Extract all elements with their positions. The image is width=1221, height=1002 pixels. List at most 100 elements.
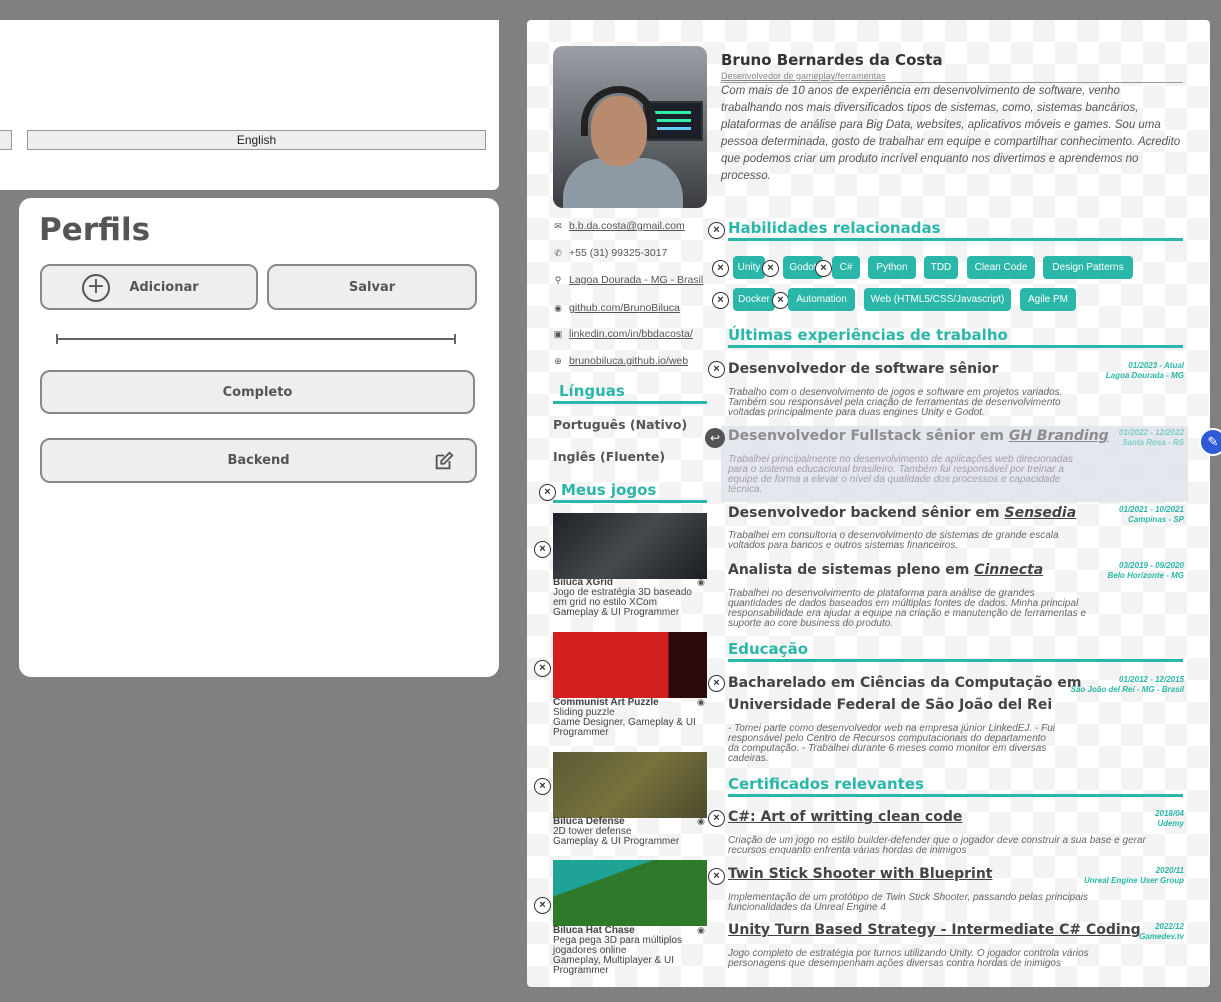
certificate-title[interactable]: Unity Turn Based Strategy - Intermediate… xyxy=(728,922,1141,938)
experience-date: 01/2023 - Atual Lagoa Dourada - MG xyxy=(1105,361,1184,380)
languages-heading: Línguas xyxy=(553,382,707,404)
company-link[interactable]: Cinnecta xyxy=(974,562,1043,578)
save-profile-label: Salvar xyxy=(348,279,396,295)
mail-icon: ✉ xyxy=(554,221,562,231)
game-desc: Jogo de estratégia 3D baseado em grid no… xyxy=(553,587,692,608)
github-icon[interactable]: ◉ xyxy=(697,697,705,708)
contact-text: Lagoa Dourada - MG - Brasil xyxy=(569,274,704,286)
game-roles: Gameplay & UI Programmer xyxy=(553,607,680,618)
game-entry: Communist Art Puzzle Sliding puzzle Game D… xyxy=(553,698,707,738)
contact-linkedin[interactable]: ▣ linkedin.com/in/bbdacosta/ xyxy=(553,328,693,340)
certificate-desc: Jogo completo de estratégia por turnos u… xyxy=(728,948,1089,969)
skill-tag[interactable]: TDD xyxy=(924,256,958,279)
experience-desc: Trabalhei principalmente no desenvolvime… xyxy=(728,454,1074,495)
restore-icon[interactable]: ↩ xyxy=(705,428,725,448)
skill-tag[interactable]: Agile PM xyxy=(1020,288,1076,311)
resume-about: Com mais de 10 anos de experiência em de… xyxy=(721,85,1181,182)
certificate-date: 2022/12 Gamedev.tv xyxy=(1139,922,1184,941)
contact-website[interactable]: ⊕ brunobiluca.github.io/web xyxy=(553,355,688,367)
profile-photo xyxy=(553,46,707,208)
game-roles: Game Designer, Gameplay & UI Programmer xyxy=(553,717,696,738)
add-profile-button[interactable]: + Adicionar xyxy=(40,264,258,310)
company-link[interactable]: Sensedia xyxy=(1005,505,1077,521)
profile-item-label: Backend xyxy=(227,453,290,468)
remove-certificate-button[interactable]: × xyxy=(708,810,725,827)
location-icon: ⚲ xyxy=(554,275,562,285)
language-item: Inglês (Fluente) xyxy=(553,449,666,464)
remove-skill-button[interactable]: × xyxy=(712,292,729,309)
resume-role: Desenvolvedor de gameplay/ferramentas xyxy=(721,71,1183,83)
save-profile-button[interactable]: Salvar xyxy=(267,264,477,310)
certificate-date: 2020/11 Unreal Engine User Group xyxy=(1083,866,1184,885)
remove-game-button[interactable]: × xyxy=(534,541,551,558)
game-roles: Gameplay & UI Programmer xyxy=(553,836,680,847)
divider-slider[interactable] xyxy=(56,334,456,344)
remove-section-button[interactable]: × xyxy=(708,222,725,239)
skill-tag[interactable]: C# xyxy=(832,256,860,279)
skill-tag[interactable]: Design Patterns xyxy=(1043,256,1133,279)
contact-location[interactable]: ⚲ Lagoa Dourada - MG - Brasil xyxy=(553,274,704,286)
remove-certificate-button[interactable]: × xyxy=(708,868,725,885)
pencil-edit-icon[interactable]: ✎ xyxy=(1199,428,1221,456)
remove-skill-button[interactable]: × xyxy=(815,260,832,277)
remove-education-button[interactable]: × xyxy=(708,675,725,692)
certificate-desc: Criação de um jogo no estilo builder-def… xyxy=(728,835,1146,856)
game-entry: Biluca XGrid Jogo de estratégia 3D basead… xyxy=(553,578,707,618)
game-desc: Pega pega 3D para múltiplos jogadores on… xyxy=(553,935,682,956)
remove-skill-button[interactable]: × xyxy=(762,260,779,277)
experience-desc: Trabalho com o desenvolvimento de jogos … xyxy=(728,387,1063,418)
game-thumbnail[interactable] xyxy=(553,632,707,698)
skill-tag[interactable]: Unity xyxy=(733,256,765,279)
language-item: Português (Nativo) xyxy=(553,417,688,432)
contact-text: linkedin.com/in/bbdacosta/ xyxy=(569,328,693,340)
skills-heading: Habilidades relacionadas xyxy=(728,219,1183,241)
phone-icon: ✆ xyxy=(554,248,562,258)
settings-card: English xyxy=(0,20,499,190)
experience-title: Desenvolvedor Fullstack sênior em GH Bra… xyxy=(728,428,1109,444)
linkedin-icon: ▣ xyxy=(553,329,563,339)
remove-experience-button[interactable]: × xyxy=(708,361,725,378)
certificate-title[interactable]: Twin Stick Shooter with Blueprint xyxy=(728,866,992,882)
education-date: 01/2012 - 12/2015 São João del Rei - MG -… xyxy=(1070,675,1184,694)
game-thumbnail[interactable] xyxy=(553,752,707,818)
remove-skill-button[interactable]: × xyxy=(712,260,729,277)
edit-icon[interactable] xyxy=(433,450,455,472)
experience-desc: Trabalhei em consultoria o desenvolvimen… xyxy=(728,530,1059,551)
skill-tag[interactable]: Web (HTML5/CSS/Javascript) xyxy=(864,288,1011,311)
game-thumbnail[interactable] xyxy=(553,513,707,579)
remove-game-button[interactable]: × xyxy=(534,897,551,914)
game-thumbnail[interactable] xyxy=(553,860,707,926)
language-english-button[interactable]: English xyxy=(27,130,486,150)
github-icon[interactable]: ◉ xyxy=(697,816,705,827)
remove-game-button[interactable]: × xyxy=(534,660,551,677)
experience-title: Desenvolvedor de software sênior xyxy=(728,361,999,377)
skill-tag[interactable]: Python xyxy=(868,256,916,279)
games-heading: Meus jogos xyxy=(553,481,707,503)
resume-preview: Bruno Bernardes da Costa Desenvolvedor d… xyxy=(527,20,1210,987)
experience-heading: Últimas experiências de trabalho xyxy=(728,326,1183,348)
github-icon[interactable]: ◉ xyxy=(697,577,705,588)
experience-title: Analista de sistemas pleno em Cinnecta xyxy=(728,562,1044,578)
remove-game-button[interactable]: × xyxy=(534,778,551,795)
game-entry: Biluca Defense 2D tower defense Gameplay &… xyxy=(553,817,707,847)
company-link[interactable]: GH Branding xyxy=(1009,428,1109,444)
add-profile-label: Adicionar xyxy=(129,279,199,295)
language-option-left[interactable] xyxy=(0,130,12,150)
contact-github[interactable]: ◉ github.com/BrunoBiluca xyxy=(553,302,680,314)
profile-item-backend[interactable]: Backend xyxy=(40,438,477,483)
skill-tag[interactable]: Docker xyxy=(733,288,775,311)
skill-tag[interactable]: Automation xyxy=(788,288,855,311)
experience-date: 01/2022 - 12/2022 Santa Rosa - RS xyxy=(1119,428,1184,447)
certificate-title[interactable]: C#: Art of writting clean code xyxy=(728,809,962,825)
experience-date: 01/2021 - 10/2021 Campinas - SP xyxy=(1119,505,1184,524)
plus-icon: + xyxy=(82,274,110,302)
contact-email[interactable]: ✉ b.b.da.costa@gmail.com xyxy=(553,220,685,232)
profile-item-completo[interactable]: Completo xyxy=(40,370,475,414)
github-icon: ◉ xyxy=(554,303,562,313)
certificates-heading: Certificados relevantes xyxy=(728,775,1183,797)
profile-item-label: Completo xyxy=(222,384,293,400)
skill-tag[interactable]: Clean Code xyxy=(967,256,1035,279)
remove-skill-button[interactable]: × xyxy=(772,292,789,309)
experience-desc: Trabalhei no desenvolvimento de platafor… xyxy=(728,588,1087,629)
github-icon[interactable]: ◉ xyxy=(697,925,705,936)
